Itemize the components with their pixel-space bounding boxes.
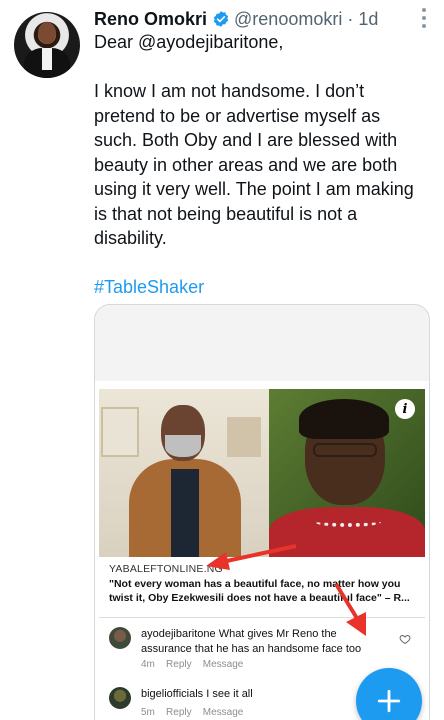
comment-line: What gives Mr Reno the — [218, 628, 337, 640]
verified-badge-icon — [212, 10, 230, 28]
comment-meta: 5m Reply Message — [141, 707, 243, 718]
tweet-line: using it very well. The point I am makin… — [94, 179, 414, 199]
comment-item: bigeliofficials I see it all — [109, 687, 253, 709]
comment-age: 5m — [141, 707, 155, 718]
comment-avatar[interactable] — [109, 627, 131, 649]
wall-frame — [227, 417, 261, 457]
comment-username[interactable]: bigeliofficials — [141, 688, 203, 700]
author-avatar[interactable] — [14, 12, 80, 78]
divider — [99, 617, 425, 618]
tweet-line: beauty in other areas and we are both — [94, 154, 398, 175]
info-icon[interactable]: i — [395, 399, 415, 419]
comment-line: assurance that he has an handsome face t… — [141, 643, 362, 655]
glasses — [313, 443, 377, 457]
headline-line: twist it, Oby Ezekwesili does not have a… — [109, 592, 410, 604]
comment-line: I see it all — [206, 688, 253, 700]
tweet-time[interactable]: 1d — [358, 9, 378, 30]
author-handle[interactable]: @renoomokri — [234, 9, 342, 30]
message-link[interactable]: Message — [203, 707, 244, 718]
tweet-line: pretend to be or advertise myself as — [94, 105, 381, 126]
media-card[interactable]: i YABALEFTONLINE.NG "Not every woman has… — [94, 304, 430, 720]
separator-dot: · — [347, 8, 354, 29]
plus-icon — [377, 689, 401, 713]
article-headline: "Not every woman has a beautiful face, n… — [109, 577, 421, 605]
tweet-line: such. Both Oby and I are blessed with — [94, 130, 398, 150]
tweet-header: Reno Omokri @renoomokri · 1d — [94, 8, 424, 30]
reply-link[interactable]: Reply — [166, 659, 192, 670]
tweet-text: Dear @ayodejibaritone, I know I am not h… — [94, 30, 430, 300]
heart-outline-icon[interactable] — [399, 633, 411, 645]
necklace — [315, 517, 381, 527]
author-name[interactable]: Reno Omokri — [94, 9, 207, 30]
avatar-face — [38, 22, 56, 44]
reply-link[interactable]: Reply — [166, 707, 192, 718]
annotation-arrow-left — [206, 544, 297, 570]
photo-man — [99, 389, 269, 557]
annotation-arrow-down — [334, 582, 366, 636]
hashtag-link[interactable]: #TableShaker — [94, 275, 430, 300]
more-vertical-icon[interactable] — [422, 8, 428, 28]
comment-meta: 4m Reply Message — [141, 659, 243, 670]
comment-age: 4m — [141, 659, 155, 670]
comment-text: ayodejibaritone What gives Mr Reno the a… — [141, 627, 361, 657]
hair — [299, 399, 389, 439]
beard — [165, 435, 201, 457]
comment-avatar[interactable] — [109, 687, 131, 709]
headline-line: "Not every woman has a beautiful face, n… — [109, 578, 401, 590]
tweet-line: disability. — [94, 228, 167, 248]
message-link[interactable]: Message — [203, 659, 244, 670]
comment-item: ayodejibaritone What gives Mr Reno the a… — [109, 627, 361, 657]
photo-pair: i — [99, 389, 425, 557]
tweet-line: I know I am not handsome. I don’t — [94, 81, 365, 101]
wall-frame — [101, 407, 139, 457]
tweet-line: Dear @ayodejibaritone, — [94, 32, 284, 52]
comment-text: bigeliofficials I see it all — [141, 687, 253, 709]
photo-woman: i — [269, 389, 425, 557]
tweet-line: is that not being beautiful is not a — [94, 203, 358, 224]
avatar-shirt — [42, 48, 52, 70]
card-top-area — [95, 305, 429, 381]
comment-username[interactable]: ayodejibaritone — [141, 628, 216, 640]
shirt — [171, 469, 199, 557]
